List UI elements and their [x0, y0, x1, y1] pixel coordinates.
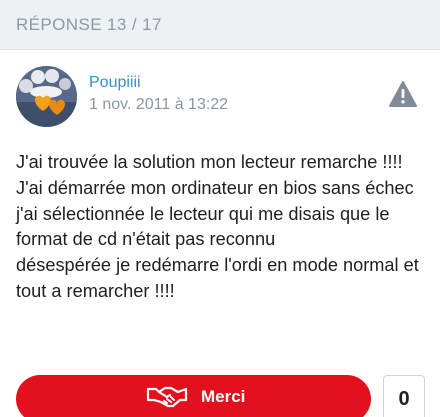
merci-label: Merci — [201, 387, 246, 406]
post-body: J'ai trouvée la solution mon lecteur rem… — [16, 150, 428, 305]
author-name[interactable]: Poupiiii — [89, 74, 141, 92]
post-body-line: J'ai démarrée mon ordinateur en bios san… — [16, 177, 414, 198]
merci-button[interactable]: Merci — [16, 375, 371, 417]
hearts-avatar-icon — [16, 66, 77, 127]
merci-count: 0 — [398, 388, 410, 410]
merci-count-badge: 0 — [383, 375, 425, 417]
avatar[interactable] — [16, 66, 77, 127]
reply-counter: RÉPONSE 13 / 17 — [16, 15, 162, 34]
warning-triangle-icon[interactable] — [388, 80, 418, 108]
post-body-line: j'ai sélectionnée le lecteur qui me disa… — [16, 203, 390, 250]
handshake-icon — [146, 383, 188, 409]
post-body-line: désespérée je redémarre l'ordi en mode n… — [16, 255, 419, 301]
merci-button-content: Merci — [16, 375, 371, 415]
reply-header: RÉPONSE 13 / 17 — [0, 0, 440, 50]
post-date: 1 nov. 2011 à 13:22 — [89, 96, 229, 113]
post-body-line: J'ai trouvée la solution mon lecteur rem… — [16, 152, 403, 172]
post-header: Poupiiii 1 nov. 2011 à 13:22 — [0, 50, 440, 140]
